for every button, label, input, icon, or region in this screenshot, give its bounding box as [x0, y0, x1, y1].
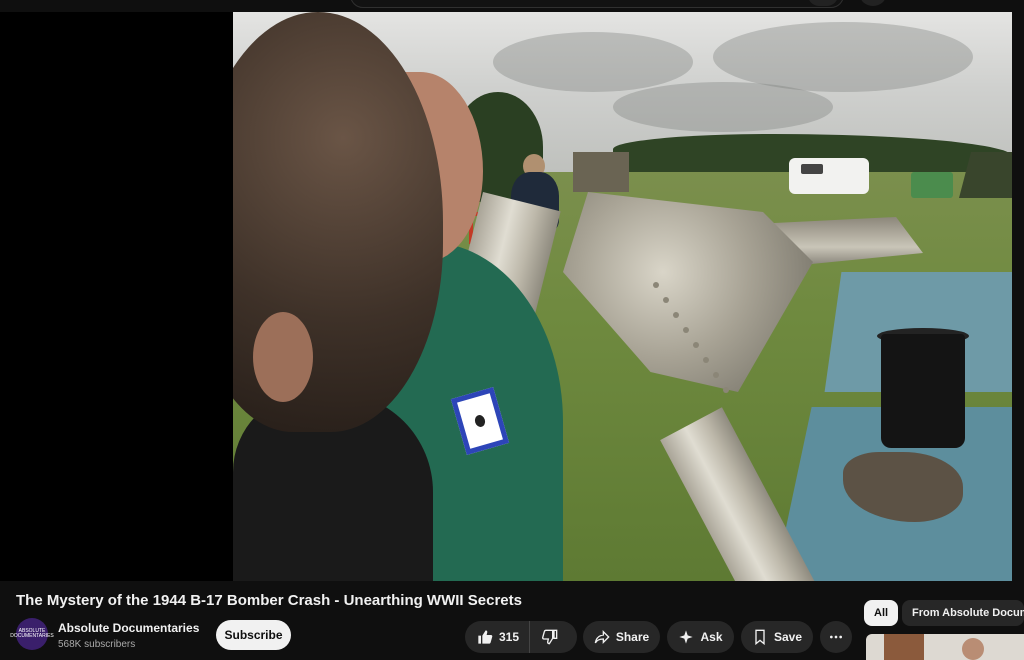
rivet — [663, 297, 669, 303]
save-button[interactable]: Save — [741, 621, 813, 653]
like-count: 315 — [499, 630, 520, 644]
recommended-video-thumbnail[interactable] — [866, 634, 1024, 660]
subscriber-count: 568K subscribers — [58, 639, 136, 650]
voice-search-button[interactable] — [860, 0, 886, 6]
bookshelf — [884, 634, 924, 660]
bookmark-icon — [755, 629, 765, 645]
sparkle-icon — [679, 630, 694, 644]
cloud — [713, 22, 973, 92]
save-label: Save — [773, 630, 803, 644]
rivet — [713, 372, 719, 378]
cloud — [613, 82, 833, 132]
masthead — [0, 0, 1024, 12]
more-actions-button[interactable] — [820, 621, 852, 653]
rivet — [703, 357, 709, 363]
share-button[interactable]: Share — [583, 621, 660, 653]
green-container — [911, 172, 953, 198]
channel-name[interactable]: Absolute Documentaries — [58, 621, 199, 635]
share-label: Share — [615, 630, 650, 644]
dislike-button[interactable] — [530, 621, 570, 653]
ask-label: Ask — [700, 630, 723, 644]
thumbs-down-icon — [542, 629, 558, 645]
like-button[interactable]: 315 — [465, 621, 531, 653]
subscribe-button[interactable]: Subscribe — [216, 620, 291, 650]
shed — [573, 152, 629, 192]
chip-all[interactable]: All — [864, 600, 899, 626]
rivet — [693, 342, 699, 348]
person-left — [233, 12, 463, 581]
rivet — [683, 327, 689, 333]
video-player[interactable] — [0, 12, 1012, 581]
channel-avatar[interactable]: ABSOLUTE DOCUMENTARIES — [10, 618, 54, 650]
more-horizontal-icon — [830, 635, 842, 639]
avatar-logo-text: ABSOLUTE DOCUMENTARIES — [10, 628, 54, 639]
caravan-window — [801, 164, 823, 174]
thumbs-up-icon — [478, 630, 493, 644]
rivet — [673, 312, 679, 318]
black-bucket — [881, 334, 965, 448]
video-frame — [233, 12, 1012, 581]
ear — [253, 312, 313, 402]
rivet — [723, 387, 729, 393]
search-bar[interactable] — [350, 0, 844, 8]
share-arrow-icon — [594, 630, 610, 644]
video-title: The Mystery of the 1944 B-17 Bomber Cras… — [16, 592, 522, 609]
ask-button[interactable]: Ask — [667, 621, 734, 653]
chip-from-channel[interactable]: From Absolute Docume — [902, 600, 1024, 626]
like-dislike-group: 315 — [465, 621, 577, 653]
presenter-face — [962, 638, 984, 660]
rivet — [653, 282, 659, 288]
